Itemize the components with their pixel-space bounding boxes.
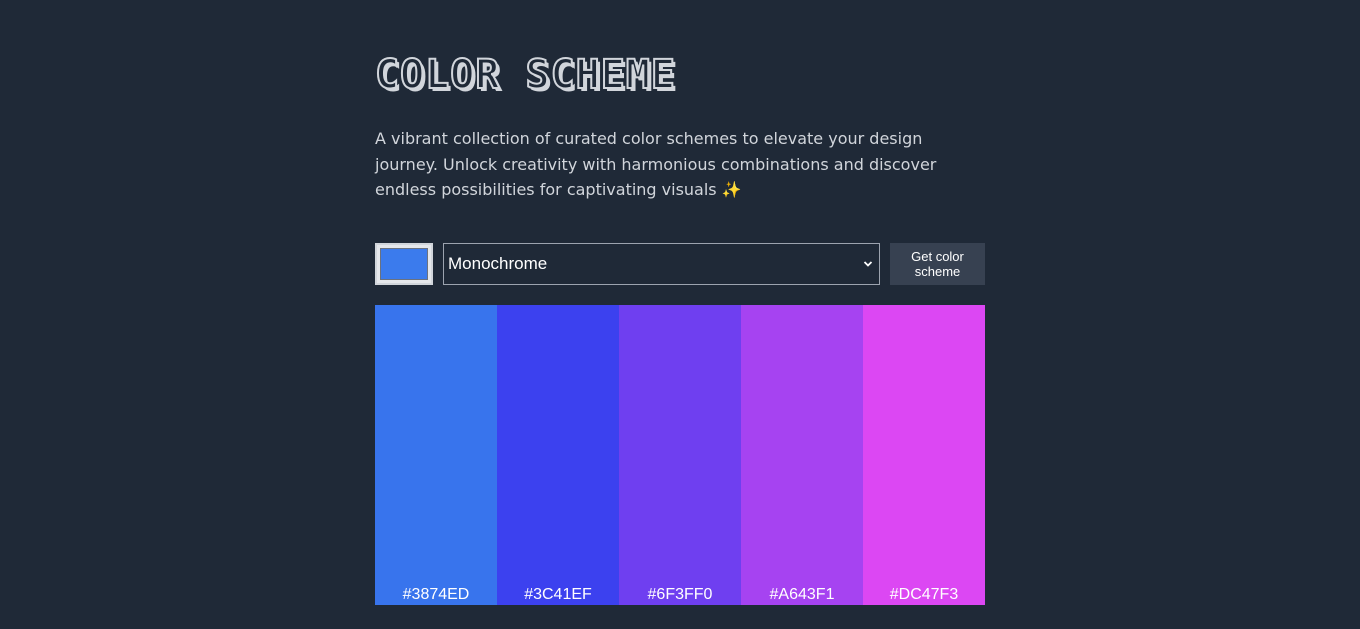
color-hex-label: #3874ED (402, 586, 470, 603)
page-title: COLOR SCHEME (374, 51, 676, 99)
seed-color-picker[interactable] (375, 243, 433, 285)
get-color-scheme-button[interactable]: Get color scheme (890, 243, 985, 285)
color-swatch[interactable]: #A643F1 (741, 305, 863, 605)
color-palette: #3874ED #3C41EF #6F3FF0 #A643F1 #DC47F3 (375, 305, 985, 605)
scheme-mode-select[interactable]: Monochrome (443, 243, 880, 285)
scheme-mode-value: Monochrome (448, 254, 548, 273)
color-swatch[interactable]: #3C41EF (497, 305, 619, 605)
color-hex-label: #DC47F3 (889, 586, 959, 603)
color-swatch[interactable]: #6F3FF0 (619, 305, 741, 605)
color-hex-label: #6F3FF0 (647, 586, 713, 603)
chevron-down-icon (863, 261, 873, 267)
color-hex-label: #A643F1 (769, 586, 835, 603)
color-hex-label: #3C41EF (524, 586, 592, 603)
color-swatch[interactable]: #DC47F3 (863, 305, 985, 605)
seed-color-swatch (380, 248, 428, 280)
color-swatch[interactable]: #3874ED (375, 305, 497, 605)
scheme-controls: Monochrome Get color scheme (375, 243, 985, 285)
page-description: A vibrant collection of curated color sc… (375, 129, 937, 199)
